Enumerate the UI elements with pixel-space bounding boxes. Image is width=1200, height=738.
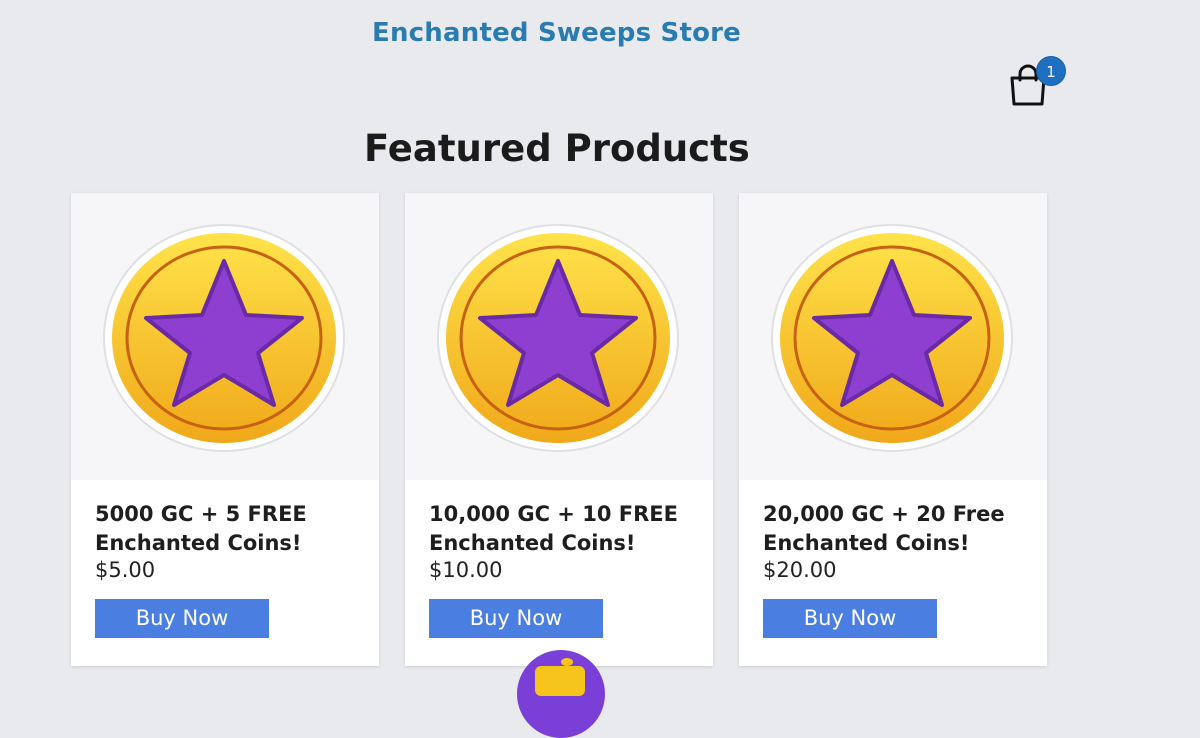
product-image[interactable] xyxy=(739,193,1047,480)
product-card: 10,000 GC + 10 FREE Enchanted Coins! $10… xyxy=(405,193,713,666)
product-card: 20,000 GC + 20 Free Enchanted Coins! $20… xyxy=(739,193,1047,666)
product-name: 20,000 GC + 20 Free Enchanted Coins! xyxy=(763,502,1005,555)
product-image[interactable] xyxy=(405,193,713,480)
buy-now-button[interactable]: Buy Now xyxy=(429,599,603,638)
buy-now-button[interactable]: Buy Now xyxy=(763,599,937,638)
product-price: $20.00 xyxy=(763,558,837,582)
purple-coin-widget-icon xyxy=(535,666,585,696)
cart-count-badge: 1 xyxy=(1036,56,1066,86)
product-name: 5000 GC + 5 FREE Enchanted Coins! xyxy=(95,502,307,555)
floating-rewards-widget[interactable] xyxy=(517,650,605,738)
section-title: Featured Products xyxy=(364,127,750,170)
product-price: $10.00 xyxy=(429,558,503,582)
product-card: 5000 GC + 5 FREE Enchanted Coins! $5.00 … xyxy=(71,193,379,666)
product-name: 10,000 GC + 10 FREE Enchanted Coins! xyxy=(429,502,678,555)
cart-button[interactable]: 1 xyxy=(1006,56,1070,112)
product-price: $5.00 xyxy=(95,558,156,582)
gold-coin-purple-star-icon xyxy=(437,224,679,452)
gold-coin-purple-star-icon xyxy=(771,224,1013,452)
store-title: Enchanted Sweeps Store xyxy=(372,18,741,48)
product-image[interactable] xyxy=(71,193,379,480)
gold-coin-purple-star-icon xyxy=(103,224,345,452)
buy-now-button[interactable]: Buy Now xyxy=(95,599,269,638)
coin-dot-icon xyxy=(561,658,573,666)
